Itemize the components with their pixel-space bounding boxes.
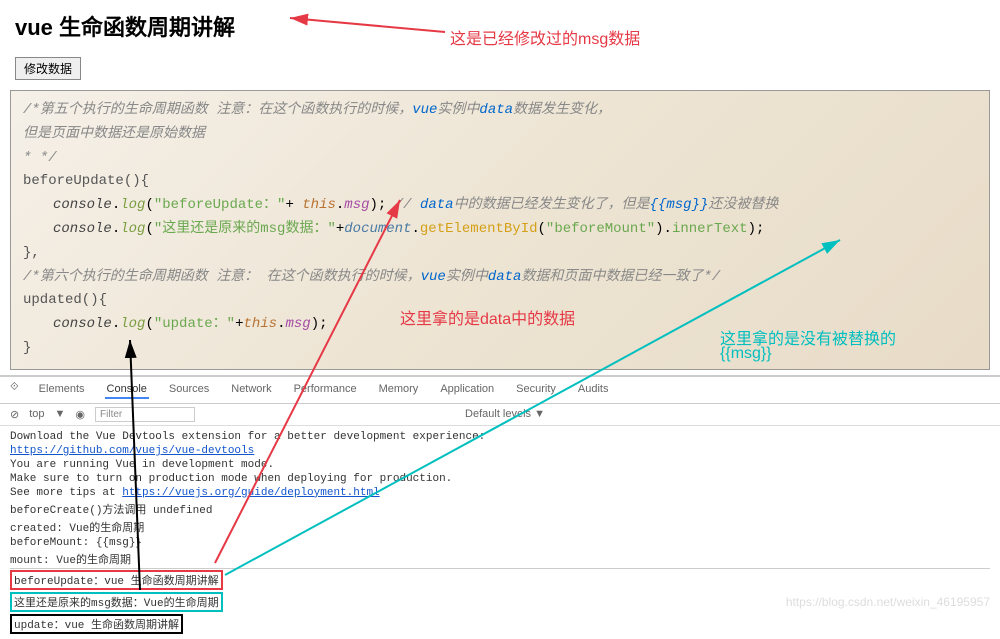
tab-performance[interactable]: Performance	[292, 381, 359, 399]
clear-console-icon[interactable]: ⊘	[10, 408, 19, 421]
tab-console[interactable]: Console	[105, 381, 149, 399]
tab-application[interactable]: Application	[438, 381, 496, 399]
deployment-link[interactable]: https://vuejs.org/guide/deployment.html	[122, 487, 379, 499]
tab-audits[interactable]: Audits	[576, 381, 611, 399]
tab-network[interactable]: Network	[229, 381, 273, 399]
eye-icon[interactable]: ◉	[75, 408, 85, 421]
filter-input[interactable]: Filter	[95, 407, 195, 422]
page-title: vue 生命函数周期讲解	[15, 15, 235, 40]
devtools-tabs: ⟐ Elements Console Sources Network Perfo…	[0, 377, 1000, 404]
code-editor: /*第五个执行的生命周期函数 注意：在这个函数执行的时候，vue实例中data数…	[10, 90, 990, 370]
tab-memory[interactable]: Memory	[377, 381, 421, 399]
inspect-icon[interactable]: ⟐	[10, 381, 19, 399]
tab-sources[interactable]: Sources	[167, 381, 211, 399]
context-selector[interactable]: top	[29, 408, 44, 420]
console-highlight-red: beforeUpdate：vue 生命函数周期讲解	[10, 570, 223, 590]
console-highlight-cyan: 这里还是原来的msg数据：Vue的生命周期	[10, 592, 223, 612]
log-levels[interactable]: Default levels ▼	[465, 408, 545, 420]
modify-data-button[interactable]: 修改数据	[15, 57, 81, 80]
tab-elements[interactable]: Elements	[37, 381, 87, 399]
watermark: https://blog.csdn.net/weixin_46195957	[786, 595, 990, 609]
tab-security[interactable]: Security	[514, 381, 558, 399]
code-comment: /*第五个执行的生命周期函数 注意：在这个函数执行的时候，	[23, 102, 412, 118]
devtools-link[interactable]: https://github.com/vuejs/vue-devtools	[10, 445, 254, 457]
